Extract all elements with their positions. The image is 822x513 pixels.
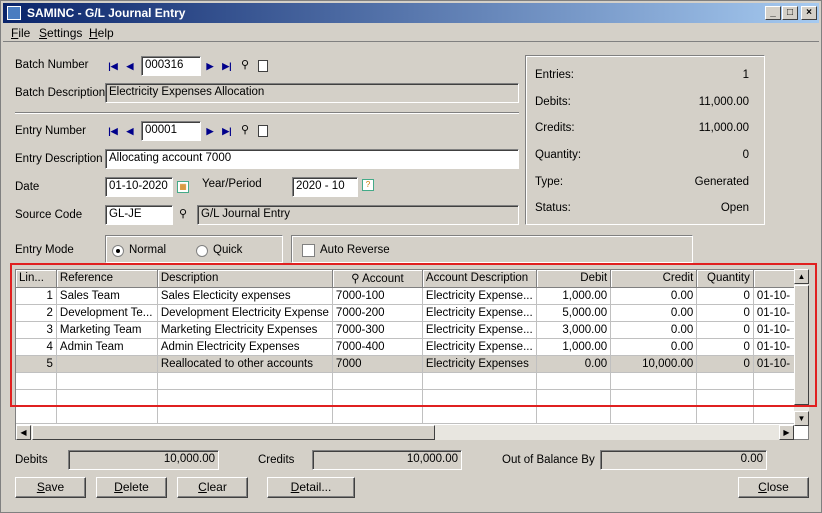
status-value: Open: [720, 202, 749, 214]
save-button[interactable]: Save: [15, 477, 86, 498]
menu-settings[interactable]: Settings: [39, 26, 82, 40]
entry-description-field[interactable]: Allocating account 7000: [105, 149, 519, 169]
maximize-button[interactable]: □: [782, 6, 798, 20]
entry-description-label: Entry Description: [15, 153, 103, 165]
new-entry-icon[interactable]: [258, 125, 268, 137]
fiscal-calendar-icon[interactable]: ?: [362, 179, 374, 191]
calendar-icon[interactable]: ▦: [177, 181, 189, 193]
first-batch-icon[interactable]: |◀: [107, 60, 119, 72]
clear-button[interactable]: Clear: [177, 477, 248, 498]
debits-summary-label: Debits:: [535, 96, 571, 108]
entry-mode-label: Entry Mode: [15, 244, 74, 256]
detail-button[interactable]: Detail...: [267, 477, 355, 498]
entries-label: Entries:: [535, 69, 574, 81]
batch-description-field[interactable]: Electricity Expenses Allocation: [105, 83, 519, 103]
scroll-right-icon[interactable]: ▶: [779, 425, 794, 440]
batch-number-label: Batch Number: [15, 59, 89, 71]
mode-quick-label: Quick: [213, 244, 243, 256]
source-code-finder-search-icon[interactable]: ⚲: [177, 208, 189, 220]
debits-total-label: Debits: [15, 454, 48, 466]
scroll-left-icon[interactable]: ◀: [16, 425, 31, 440]
out-of-balance-field: 0.00: [600, 450, 767, 470]
out-of-balance-label: Out of Balance By: [502, 454, 595, 466]
new-batch-icon[interactable]: [258, 60, 268, 72]
first-entry-icon[interactable]: |◀: [107, 125, 119, 137]
debits-summary-value: 11,000.00: [698, 96, 749, 108]
date-field[interactable]: 01-10-2020: [105, 177, 173, 197]
mode-quick-radio[interactable]: [196, 245, 208, 257]
status-label: Status:: [535, 202, 571, 214]
scroll-down-icon[interactable]: ▼: [794, 411, 809, 426]
close-window-button[interactable]: ×: [801, 6, 817, 20]
grid-horizontal-scrollbar[interactable]: ◀ ▶: [16, 425, 794, 440]
window-title: SAMINC - G/L Journal Entry: [27, 6, 186, 20]
type-value: Generated: [694, 176, 749, 188]
source-code-description-field: G/L Journal Entry: [197, 205, 519, 225]
credits-summary-label: Credits:: [535, 122, 575, 134]
entry-number-label: Entry Number: [15, 125, 86, 137]
credits-total-label: Credits: [258, 454, 295, 466]
quantity-summary-value: 0: [742, 149, 749, 161]
type-label: Type:: [535, 176, 564, 188]
entries-value: 1: [742, 69, 749, 81]
horizontal-scroll-thumb[interactable]: [32, 425, 435, 440]
close-button[interactable]: Close: [738, 477, 809, 498]
grid-highlight-outline: [10, 263, 817, 407]
menu-help[interactable]: Help: [89, 26, 114, 40]
gl-journal-entry-window: SAMINC - G/L Journal Entry _ □ × File Se…: [0, 0, 822, 513]
last-batch-icon[interactable]: ▶|: [221, 60, 233, 72]
title-bar: SAMINC - G/L Journal Entry _ □ ×: [3, 3, 819, 23]
batch-description-label: Batch Description: [15, 87, 106, 99]
batch-number-field[interactable]: 000316: [141, 56, 201, 76]
previous-batch-icon[interactable]: ◀: [124, 60, 136, 72]
year-period-field[interactable]: 2020 - 10: [292, 177, 358, 197]
source-code-field[interactable]: GL-JE: [105, 205, 173, 225]
quantity-summary-label: Quantity:: [535, 149, 582, 161]
separator: [15, 112, 519, 114]
year-period-label: Year/Period: [202, 178, 262, 190]
debits-total-field: 10,000.00: [68, 450, 219, 470]
auto-reverse-label: Auto Reverse: [320, 244, 390, 256]
credits-summary-value: 11,000.00: [698, 122, 749, 134]
previous-entry-icon[interactable]: ◀: [124, 125, 136, 137]
entry-finder-search-icon[interactable]: ⚲: [239, 124, 251, 136]
delete-button[interactable]: Delete: [96, 477, 167, 498]
app-icon: [7, 6, 21, 20]
mode-normal-label: Normal: [129, 244, 167, 256]
batch-finder-search-icon[interactable]: ⚲: [239, 59, 251, 71]
auto-reverse-checkbox[interactable]: [302, 244, 315, 257]
entry-number-field[interactable]: 00001: [141, 121, 201, 141]
menu-bar: File Settings Help: [3, 24, 819, 42]
source-code-label: Source Code: [15, 209, 83, 221]
last-entry-icon[interactable]: ▶|: [221, 125, 233, 137]
next-batch-icon[interactable]: ▶: [204, 60, 216, 72]
menu-file[interactable]: File: [11, 26, 30, 40]
mode-normal-radio[interactable]: [112, 245, 124, 257]
credits-total-field: 10,000.00: [312, 450, 462, 470]
table-row-empty[interactable]: [16, 406, 808, 424]
date-label: Date: [15, 181, 40, 193]
minimize-button[interactable]: _: [765, 6, 781, 20]
next-entry-icon[interactable]: ▶: [204, 125, 216, 137]
